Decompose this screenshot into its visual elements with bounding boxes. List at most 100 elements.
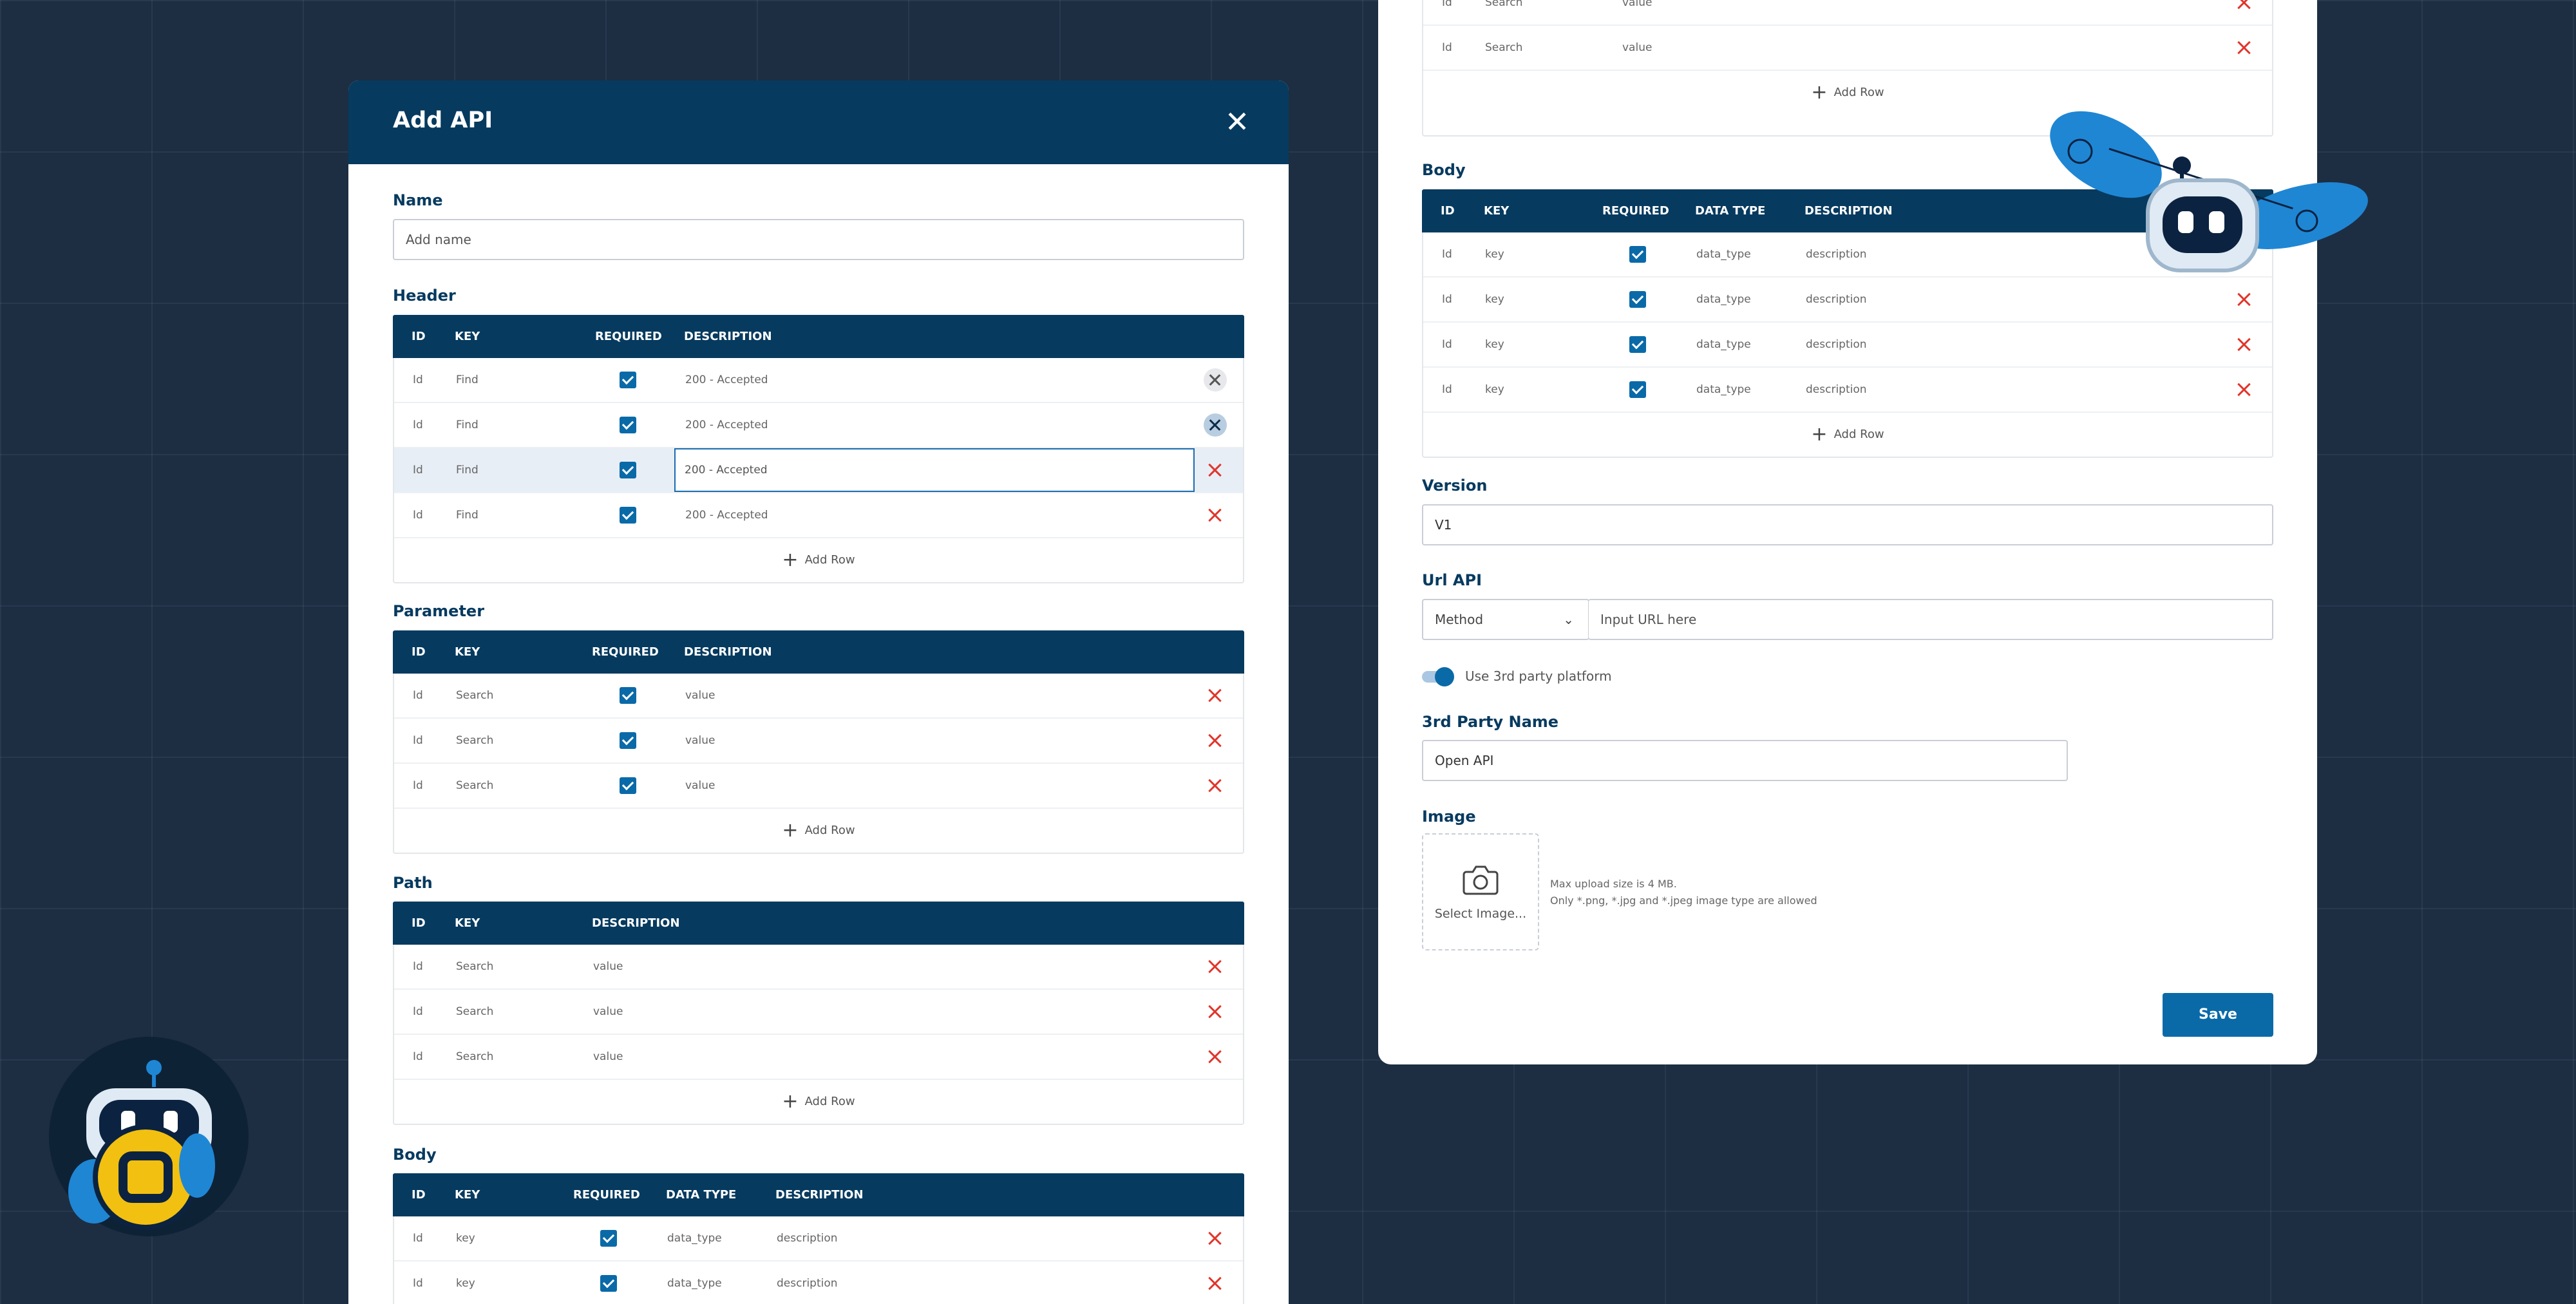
row-id: Id <box>413 1005 423 1018</box>
delete-row-icon[interactable] <box>1206 958 1224 976</box>
row-key[interactable]: Search <box>1485 26 1522 70</box>
col-required: REQUIRED <box>595 330 662 343</box>
required-checkbox[interactable] <box>620 372 636 388</box>
row-description[interactable]: value <box>685 719 715 762</box>
required-checkbox[interactable] <box>620 417 636 433</box>
table-row: Id key data_type description <box>1423 368 2272 413</box>
row-key[interactable]: Find <box>456 493 478 537</box>
row-id: Id <box>1442 0 1452 9</box>
add-row-button[interactable]: + Add Row <box>394 809 1243 853</box>
row-description[interactable]: description <box>1806 323 1867 366</box>
delete-row-icon[interactable] <box>1206 686 1224 704</box>
version-input[interactable]: V1 <box>1422 504 2273 545</box>
table-header: ID KEY REQUIRED DESCRIPTION <box>393 315 1244 358</box>
add-row-button[interactable]: + Add Row <box>394 538 1243 582</box>
row-key[interactable]: Find <box>456 448 478 492</box>
plus-icon: + <box>1811 423 1828 446</box>
required-checkbox[interactable] <box>600 1230 617 1247</box>
row-key[interactable]: Search <box>456 674 493 717</box>
row-key[interactable]: Search <box>1485 0 1522 24</box>
row-data-type[interactable]: data_type <box>667 1216 722 1260</box>
required-checkbox[interactable] <box>1629 291 1646 308</box>
row-data-type[interactable]: data_type <box>1696 278 1751 321</box>
row-description[interactable]: 200 - Accepted <box>685 493 768 537</box>
row-description[interactable]: value <box>593 945 623 988</box>
row-description[interactable]: description <box>1806 368 1867 411</box>
row-description[interactable]: 200 - Accepted <box>685 358 768 402</box>
row-description[interactable]: description <box>777 1216 838 1260</box>
row-key[interactable]: key <box>1485 323 1504 366</box>
row-description[interactable]: description <box>1806 278 1867 321</box>
table-row: Id Find 200 - Accepted <box>394 403 1243 448</box>
delete-row-icon[interactable] <box>1206 1003 1224 1021</box>
description-edit-input[interactable]: 200 - Accepted <box>674 448 1195 492</box>
row-key[interactable]: key <box>1485 232 1504 276</box>
save-button[interactable]: Save <box>2163 993 2273 1037</box>
row-description[interactable]: value <box>685 674 715 717</box>
body-label: Body <box>1422 161 1466 179</box>
row-data-type[interactable]: data_type <box>1696 232 1751 276</box>
row-data-type[interactable]: data_type <box>1696 323 1751 366</box>
row-key[interactable]: Search <box>456 1035 493 1079</box>
row-id: Id <box>413 779 423 792</box>
name-input[interactable]: Add name <box>393 219 1244 260</box>
row-key[interactable]: Search <box>456 719 493 762</box>
row-description[interactable]: 200 - Accepted <box>685 403 768 447</box>
delete-row-icon[interactable] <box>2235 0 2253 12</box>
table-row: Id Find 200 - Accepted <box>394 358 1243 403</box>
add-row-button[interactable]: + Add Row <box>394 1080 1243 1124</box>
third-party-input[interactable]: Open API <box>1422 740 2068 781</box>
image-upload-box[interactable]: Select Image... <box>1422 833 1539 950</box>
required-checkbox[interactable] <box>600 1275 617 1292</box>
row-key[interactable]: Search <box>456 990 493 1034</box>
delete-row-icon[interactable] <box>2235 335 2253 354</box>
row-description[interactable]: value <box>593 990 623 1034</box>
method-select[interactable]: Method ⌄ <box>1422 599 1589 640</box>
delete-row-icon[interactable] <box>1204 413 1227 437</box>
toggle-knob[interactable] <box>1435 667 1454 686</box>
required-checkbox[interactable] <box>1629 336 1646 353</box>
delete-row-icon[interactable] <box>1206 777 1224 795</box>
url-input[interactable]: Input URL here <box>1588 599 2273 640</box>
delete-row-icon[interactable] <box>1206 732 1224 750</box>
row-key[interactable]: Find <box>456 403 478 447</box>
col-key: KEY <box>1484 204 1510 218</box>
row-description[interactable]: description <box>777 1261 838 1304</box>
required-checkbox[interactable] <box>620 777 636 794</box>
row-description[interactable]: value <box>593 1035 623 1079</box>
add-row-button[interactable]: + Add Row <box>1423 413 2272 457</box>
close-icon[interactable]: ✕ <box>1220 105 1254 138</box>
delete-row-icon[interactable] <box>2235 290 2253 308</box>
row-key[interactable]: Search <box>456 764 493 808</box>
row-description[interactable]: description <box>1806 232 1867 276</box>
delete-row-icon[interactable] <box>1206 1229 1224 1247</box>
row-key[interactable]: key <box>1485 278 1504 321</box>
row-key[interactable]: key <box>456 1261 475 1304</box>
delete-row-icon[interactable] <box>2235 39 2253 57</box>
delete-row-icon[interactable] <box>1206 506 1224 524</box>
method-select-value: Method <box>1435 612 1484 627</box>
required-checkbox[interactable] <box>620 732 636 749</box>
row-key[interactable]: key <box>456 1216 475 1260</box>
table-row: Id key data_type description <box>394 1261 1243 1304</box>
delete-row-icon[interactable] <box>2235 381 2253 399</box>
row-description[interactable]: value <box>1622 26 1652 70</box>
table-row: Id Search value <box>394 990 1243 1035</box>
row-description[interactable]: value <box>1622 0 1652 24</box>
row-data-type[interactable]: data_type <box>1696 368 1751 411</box>
required-checkbox[interactable] <box>1629 381 1646 398</box>
delete-row-icon[interactable] <box>1204 368 1227 392</box>
row-key[interactable]: Search <box>456 945 493 988</box>
required-checkbox[interactable] <box>620 462 636 478</box>
delete-row-icon[interactable] <box>1206 461 1224 479</box>
row-key[interactable]: key <box>1485 368 1504 411</box>
delete-row-icon[interactable] <box>1206 1048 1224 1066</box>
row-description[interactable]: value <box>685 764 715 808</box>
row-key[interactable]: Find <box>456 358 478 402</box>
required-checkbox[interactable] <box>1629 246 1646 263</box>
add-row-label: Add Row <box>804 553 855 567</box>
required-checkbox[interactable] <box>620 507 636 524</box>
required-checkbox[interactable] <box>620 687 636 704</box>
delete-row-icon[interactable] <box>1206 1274 1224 1292</box>
row-data-type[interactable]: data_type <box>667 1261 722 1304</box>
